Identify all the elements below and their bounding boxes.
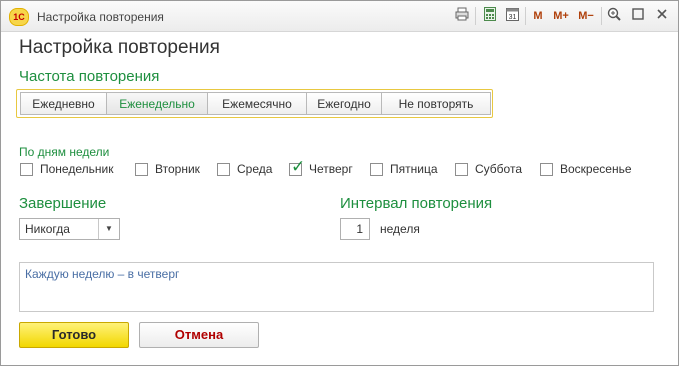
svg-text:31: 31 [508,14,516,21]
frequency-none-button[interactable]: Не повторять [381,92,491,115]
day-label: Пятница [390,162,438,176]
day-label: Среда [237,162,273,176]
maximize-icon[interactable] [629,7,647,25]
calculator-icon[interactable] [481,7,499,25]
zoom-icon[interactable] [605,7,623,25]
cancel-button[interactable]: Отмена [139,322,259,348]
checkbox-checked-icon[interactable]: ✓ [289,158,305,176]
close-icon[interactable] [653,7,671,25]
day-label: Четверг [309,162,353,176]
frequency-monthly-button[interactable]: Ежемесячно [207,92,307,115]
day-label: Вторник [155,162,200,176]
frequency-yearly-button[interactable]: Ежегодно [306,92,382,115]
checkbox-icon[interactable] [540,163,553,176]
title-bar: 1С Настройка повторения 31 M M+ M− [1,1,678,32]
frequency-daily-button[interactable]: Ежедневно [20,92,107,115]
checkbox-icon[interactable] [370,163,383,176]
ok-button[interactable]: Готово [19,322,129,348]
checkbox-icon[interactable] [455,163,468,176]
frequency-weekly-button[interactable]: Еженедельно [106,92,208,115]
toolbar-separator [601,7,602,25]
window-title: Настройка повторения [37,10,164,24]
app-logo-icon: 1С [9,8,29,26]
day-label: Понедельник [40,162,114,176]
day-label: Суббота [475,162,522,176]
frequency-title: Частота повторения [19,68,160,85]
toolbar-separator [525,7,526,25]
memory-m-button[interactable]: M [531,7,545,25]
toolbar-separator [475,7,476,25]
form-heading: Настройка повторения [19,37,220,58]
checkbox-icon[interactable] [135,163,148,176]
interval-title: Интервал повторения [340,195,493,212]
summary-field: Каждую неделю – в четверг [19,262,654,312]
interval-unit-label: неделя [380,222,420,236]
memory-plus-button[interactable]: M+ [551,7,571,25]
checkmark-icon: ✓ [291,157,306,176]
ending-select[interactable]: Никогда ▼ [19,218,120,240]
ending-select-value: Никогда [25,222,70,236]
ending-title: Завершение [19,195,107,212]
checkbox-icon[interactable] [20,163,33,176]
checkbox-icon[interactable] [217,163,230,176]
memory-minus-button[interactable]: M− [575,7,597,25]
print-icon[interactable] [453,7,471,25]
summary-text: Каждую неделю – в четверг [25,267,180,281]
chevron-down-icon[interactable]: ▼ [98,219,119,239]
settings-window: 1С Настройка повторения 31 M M+ M− Настр… [0,0,679,366]
calendar-icon[interactable]: 31 [503,7,521,25]
day-label: Воскресенье [560,162,632,176]
interval-input[interactable]: 1 [340,218,370,240]
days-title: По дням недели [19,145,110,159]
